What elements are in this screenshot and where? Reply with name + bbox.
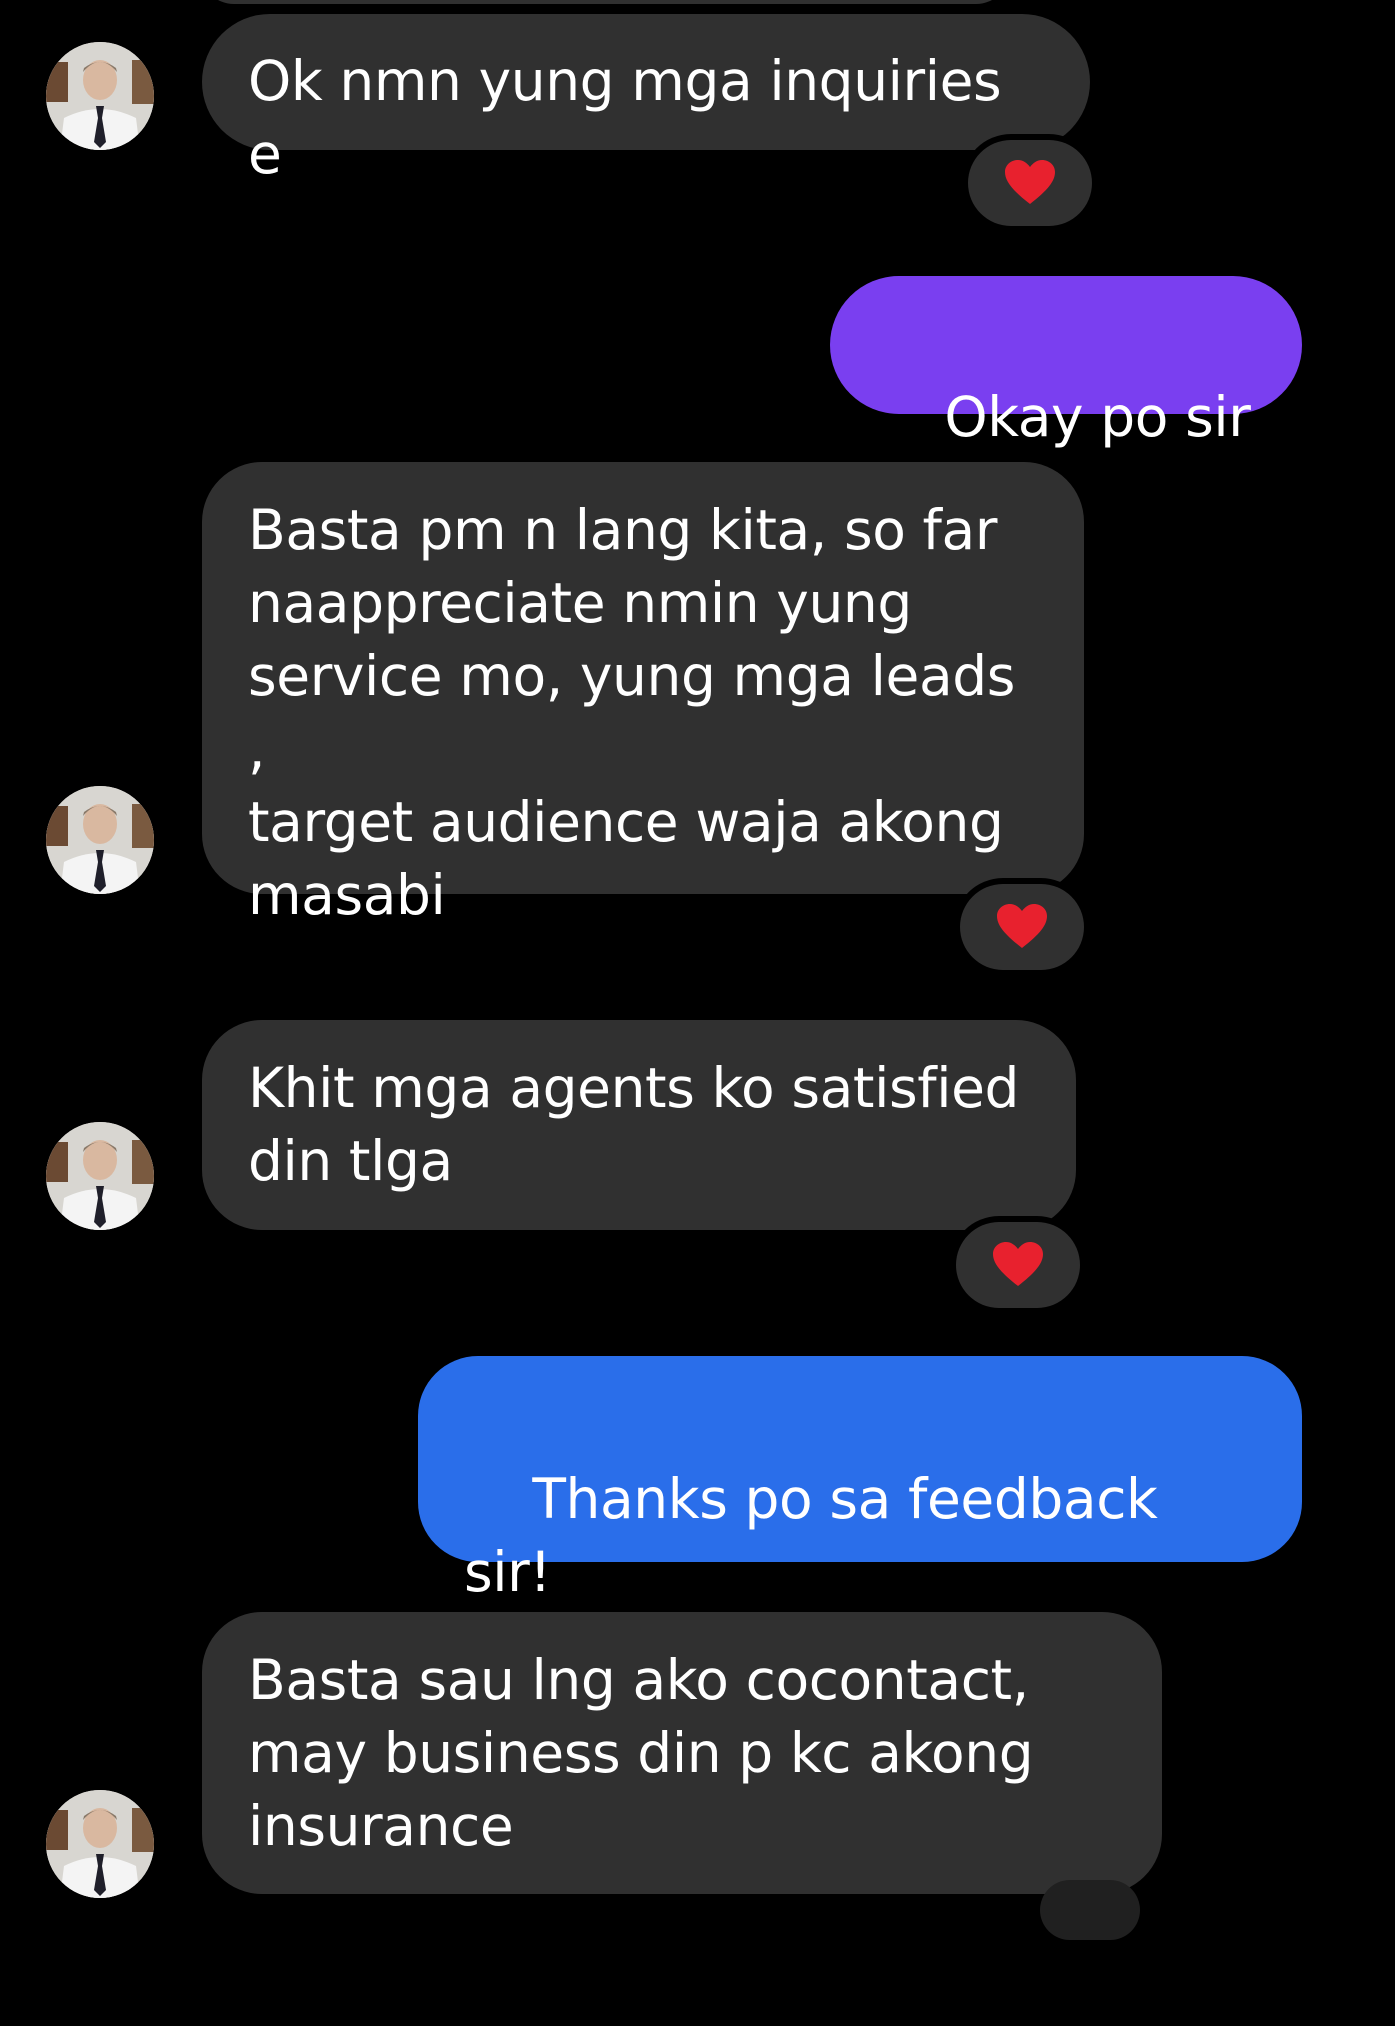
contact-avatar[interactable] [46,1122,154,1230]
my-message-bubble[interactable]: Thanks po sa feedback sir! [418,1356,1302,1815]
avatar-photo-icon [46,42,154,150]
contact-avatar[interactable] [46,786,154,894]
previous-message-bubble[interactable] [200,0,1010,4]
message-bubble[interactable]: Ok nmn yung mga inquiries e [202,14,1090,186]
heart-reaction[interactable] [960,884,1084,970]
contact-avatar[interactable] [46,42,154,150]
avatar-photo-icon [46,786,154,894]
message-bubble[interactable]: Basta sau lng ako cocontact, may busines… [202,1612,1162,1894]
heart-reaction[interactable] [968,140,1092,226]
avatar-photo-icon [46,1790,154,1898]
my-message-bubble[interactable]: Okay po sir [830,276,1302,655]
next-reaction-pill[interactable] [1040,1880,1140,1940]
heart-reaction[interactable] [956,1222,1080,1308]
message-text: Thanks po sa feedback sir! [464,1467,1175,1604]
heart-icon [997,904,1047,948]
heart-icon [993,1242,1043,1286]
message-bubble[interactable]: Khit mga agents ko satisfied din tlga [202,1020,1076,1230]
avatar-photo-icon [46,1122,154,1230]
contact-avatar[interactable] [46,1790,154,1898]
heart-icon [1005,160,1055,204]
message-bubble[interactable]: Basta pm n lang kita, so far naappreciat… [202,462,1084,927]
message-text: Okay po sir [944,385,1251,449]
